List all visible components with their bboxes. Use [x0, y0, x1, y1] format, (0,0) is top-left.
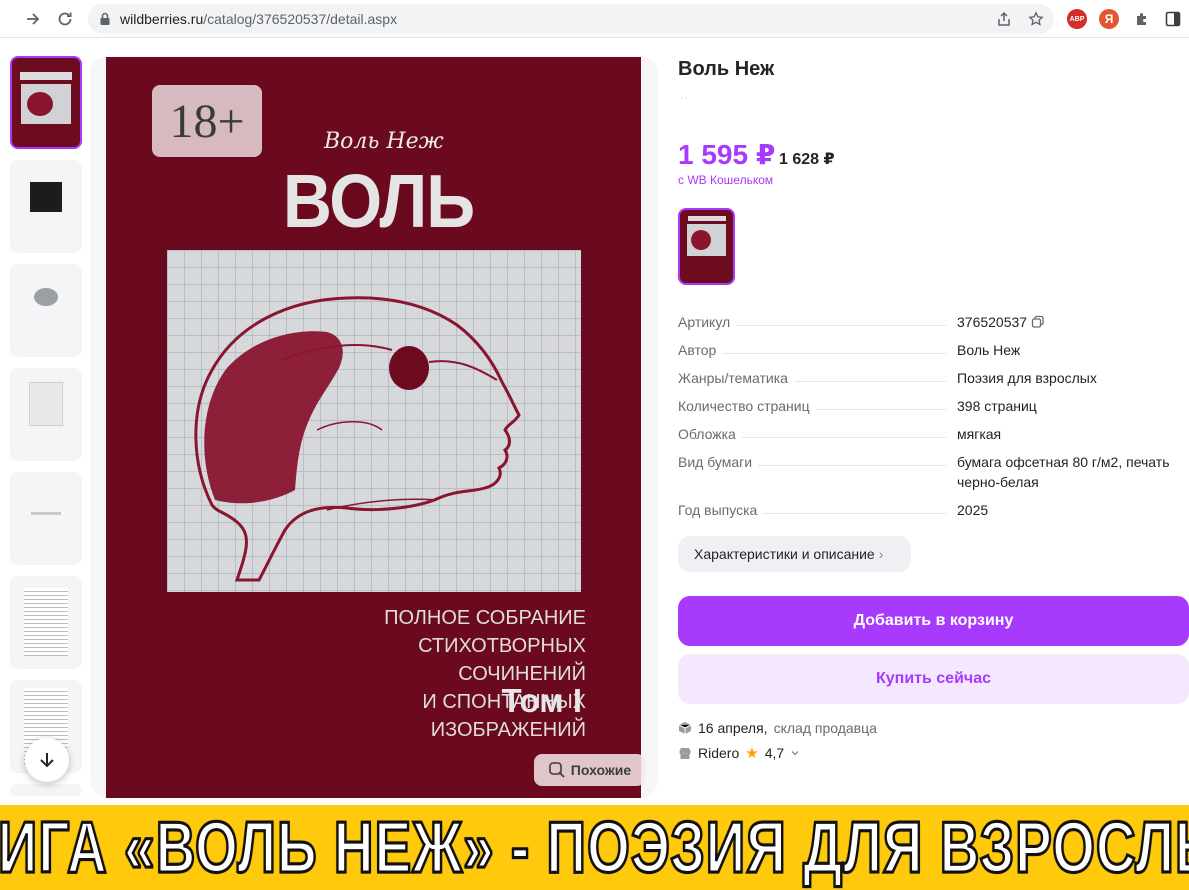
thumb-page-graphic: [29, 382, 63, 426]
spec-label: Обложка: [678, 424, 742, 444]
browser-toolbar: wildberries.ru/catalog/376520537/detail.…: [0, 0, 1189, 38]
url-host: wildberries.ru: [120, 11, 204, 27]
similar-label: Похожие: [570, 762, 632, 778]
thumbnail-page-3[interactable]: [10, 264, 82, 357]
share-icon[interactable]: [994, 9, 1014, 29]
thumb-cover-art: [21, 84, 71, 124]
side-panel-icon[interactable]: [1160, 6, 1186, 32]
promo-banner: КНИГА «ВОЛЬ НЕЖ» - ПОЭЗИЯ ДЛЯ ВЗРОСЛЫХ: [0, 805, 1189, 890]
reload-icon[interactable]: [52, 6, 78, 32]
thumb-page-graphic: [30, 182, 62, 212]
thumb-page-graphic: [24, 588, 68, 656]
thumb-page-graphic: [31, 512, 61, 515]
wallet-price-note: с WB Кошельком: [678, 173, 774, 187]
delivery-info: 16 апреля, склад продавца: [678, 720, 877, 736]
seller-rating: 4,7: [764, 745, 785, 761]
product-title: Воль Неж: [678, 58, 775, 80]
yandex-label: Я: [1104, 12, 1114, 26]
thumb-cover-title-mark: [20, 72, 72, 80]
spec-label: Год выпуска: [678, 500, 764, 520]
book-cover-image[interactable]: 18+ Воль Неж ВОЛЬ НЕЖ ПОЛНОЕ СОБРАНИЕ СТ…: [106, 57, 641, 798]
yandex-extension-icon[interactable]: Я: [1099, 9, 1119, 29]
bookmark-star-icon[interactable]: [1026, 9, 1046, 29]
spec-label: Вид бумаги: [678, 452, 759, 472]
cover-subtitle: ПОЛНОЕ СОБРАНИЕ СТИХОТВОРНЫХ СОЧИНЕНИЙ И…: [296, 604, 586, 744]
rating-star-icon: ★: [745, 745, 759, 762]
shop-icon: [679, 748, 691, 759]
spec-value: 376520537: [957, 312, 1187, 332]
cover-portrait-sketch: [167, 250, 581, 592]
chevron-down-icon[interactable]: [790, 748, 800, 758]
copy-icon[interactable]: [1031, 315, 1045, 329]
thumbnail-page-6[interactable]: [10, 576, 82, 669]
cover-subtitle-line: ПОЛНОЕ СОБРАНИЕ: [384, 607, 586, 629]
thumb-page-graphic: [34, 288, 58, 306]
cover-volume: Том I: [501, 682, 582, 719]
spec-value: 398 страниц: [957, 398, 1037, 414]
delivery-source: склад продавца: [773, 720, 877, 736]
box-icon: [678, 722, 692, 734]
address-bar[interactable]: wildberries.ru/catalog/376520537/detail.…: [88, 4, 1054, 34]
characteristics-button[interactable]: Характеристики и описание ›: [678, 536, 911, 572]
spec-label: Артикул: [678, 312, 737, 332]
lock-icon: [100, 12, 110, 25]
thumbnail-page-2[interactable]: [10, 160, 82, 253]
url-text: wildberries.ru/catalog/376520537/detail.…: [120, 11, 397, 27]
variant-thumbnail[interactable]: [678, 208, 735, 285]
thumbnail-page-4[interactable]: [10, 368, 82, 461]
thumbnail-cover[interactable]: [10, 56, 82, 149]
thumbnail-page-5[interactable]: [10, 472, 82, 565]
extensions-puzzle-icon[interactable]: [1129, 6, 1155, 32]
seller-name[interactable]: Ridero: [698, 745, 739, 761]
cover-author-script: Воль Неж: [324, 129, 444, 154]
cover-subtitle-line: СТИХОТВОРНЫХ СОЧИНЕНИЙ: [418, 635, 586, 685]
spec-value: 2025: [957, 502, 989, 518]
spec-label: Жанры/тематика: [678, 368, 794, 388]
spec-value: Воль Неж: [957, 342, 1021, 358]
spec-value: Поэзия для взрослых: [957, 370, 1097, 386]
spec-value: мягкая: [957, 426, 1002, 442]
current-price: 1 595 ₽: [678, 139, 776, 170]
arrow-down-icon: [40, 753, 54, 768]
spec-label: Количество страниц: [678, 396, 816, 416]
delivery-date: 16 апреля,: [698, 720, 768, 736]
spec-label: Автор: [678, 340, 723, 360]
title-subtext-placeholder: ··: [680, 92, 690, 104]
adblock-label: ABP: [1069, 15, 1085, 23]
characteristics-label: Характеристики и описание: [694, 546, 875, 562]
forward-arrow-icon[interactable]: [20, 6, 46, 32]
portrait-sketch-drawing: [194, 296, 521, 582]
adblock-extension-icon[interactable]: ABP: [1067, 9, 1087, 29]
banner-text: КНИГА «ВОЛЬ НЕЖ» - ПОЭЗИЯ ДЛЯ ВЗРОСЛЫХ: [0, 805, 1189, 889]
url-path: /catalog/376520537/detail.aspx: [203, 11, 398, 27]
search-similar-icon: [548, 762, 565, 778]
age-rating-badge: 18+: [152, 85, 262, 157]
add-to-cart-button[interactable]: Добавить в корзину: [678, 596, 1189, 646]
buy-now-button[interactable]: Купить сейчас: [678, 654, 1189, 704]
chevron-right-icon: ›: [878, 546, 884, 562]
old-price: 1 628 ₽: [779, 151, 835, 168]
scroll-down-button[interactable]: [25, 738, 69, 782]
thumbnail-page-8[interactable]: [10, 784, 82, 796]
seller-info[interactable]: Ridero ★ 4,7: [678, 744, 800, 762]
similar-products-button[interactable]: Похожие: [534, 754, 645, 786]
spec-value: бумага офсетная 80 г/м2, печать черно-бе…: [957, 454, 1170, 490]
article-number: 376520537: [957, 314, 1028, 330]
